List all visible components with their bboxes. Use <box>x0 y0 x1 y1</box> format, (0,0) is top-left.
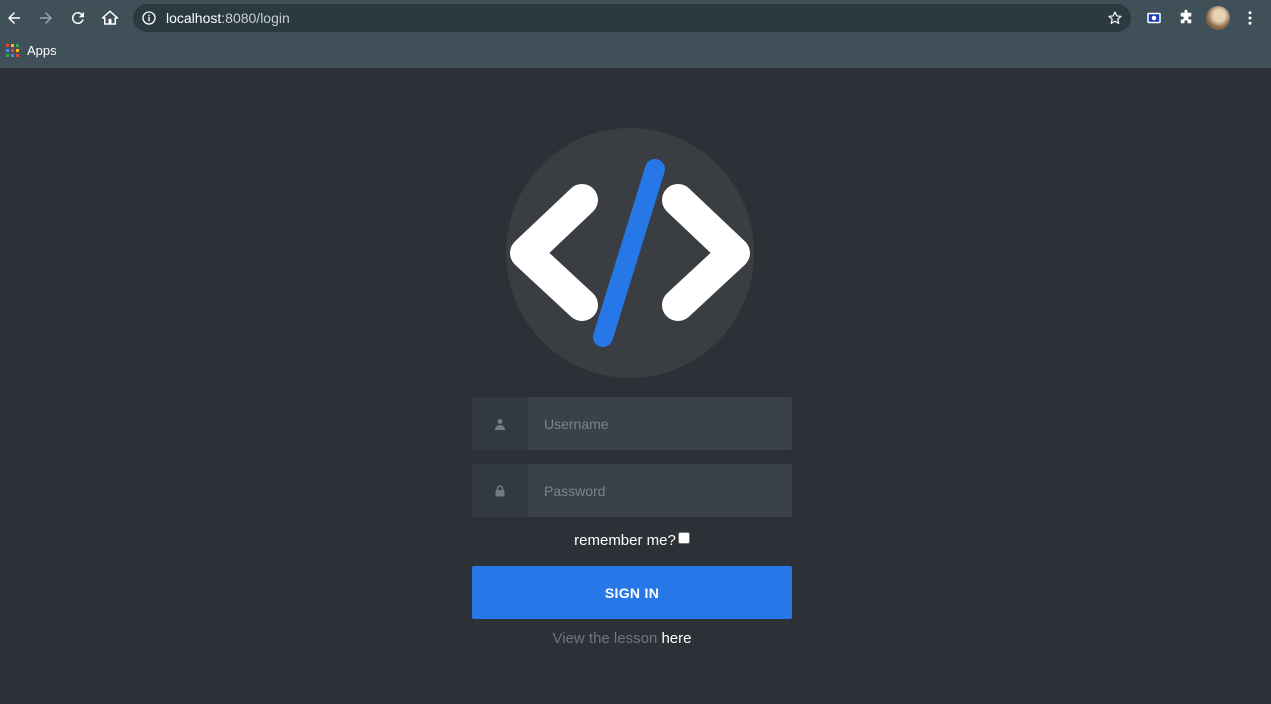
remember-me: remember me? <box>472 532 792 552</box>
extension-button[interactable] <box>1142 6 1166 30</box>
remember-me-checkbox[interactable] <box>677 532 690 544</box>
lock-icon <box>495 484 505 496</box>
password-field <box>472 464 792 517</box>
url-text[interactable]: localhost:8080/login <box>166 10 290 26</box>
puzzle-icon <box>1180 9 1192 24</box>
url-host: localhost <box>166 10 222 26</box>
lesson-label: View the lesson <box>552 630 658 647</box>
extension-icon <box>1147 12 1161 24</box>
info-icon[interactable] <box>141 10 157 26</box>
back-icon <box>8 12 20 24</box>
back-button[interactable] <box>0 4 28 32</box>
password-addon <box>472 464 528 517</box>
forward-button[interactable] <box>32 4 60 32</box>
apps-label: Apps <box>27 43 57 58</box>
code-logo-icon <box>510 159 750 347</box>
home-button[interactable] <box>96 4 124 32</box>
browser-chrome: localhost:8080/login Apps <box>0 0 1271 68</box>
url-path: :8080/login <box>221 10 290 26</box>
star-icon[interactable] <box>1107 10 1123 26</box>
extensions-menu-button[interactable] <box>1174 6 1198 30</box>
reload-icon <box>71 12 84 25</box>
apps-shortcut[interactable]: Apps <box>6 43 57 58</box>
user-icon <box>495 418 505 430</box>
lesson-link[interactable]: here <box>661 630 691 647</box>
password-input[interactable] <box>528 464 792 517</box>
bookmarks-bar: Apps <box>0 36 1271 64</box>
menu-icon <box>1248 11 1252 25</box>
reload-button[interactable] <box>64 4 92 32</box>
browser-toolbar: localhost:8080/login <box>0 0 1271 36</box>
browser-menu-button[interactable] <box>1238 6 1262 30</box>
remember-me-label: remember me? <box>574 532 676 549</box>
username-addon <box>472 397 528 450</box>
home-icon <box>101 10 119 25</box>
code-logo <box>506 128 754 378</box>
forward-icon <box>40 12 52 24</box>
lesson-text: View the lesson here <box>472 630 772 650</box>
sign-in-button[interactable]: SIGN IN <box>472 566 792 619</box>
username-field <box>472 397 792 450</box>
apps-grid-icon <box>6 44 19 57</box>
username-input[interactable] <box>528 397 792 450</box>
profile-avatar[interactable] <box>1206 6 1230 30</box>
address-bar[interactable]: localhost:8080/login <box>133 4 1131 32</box>
